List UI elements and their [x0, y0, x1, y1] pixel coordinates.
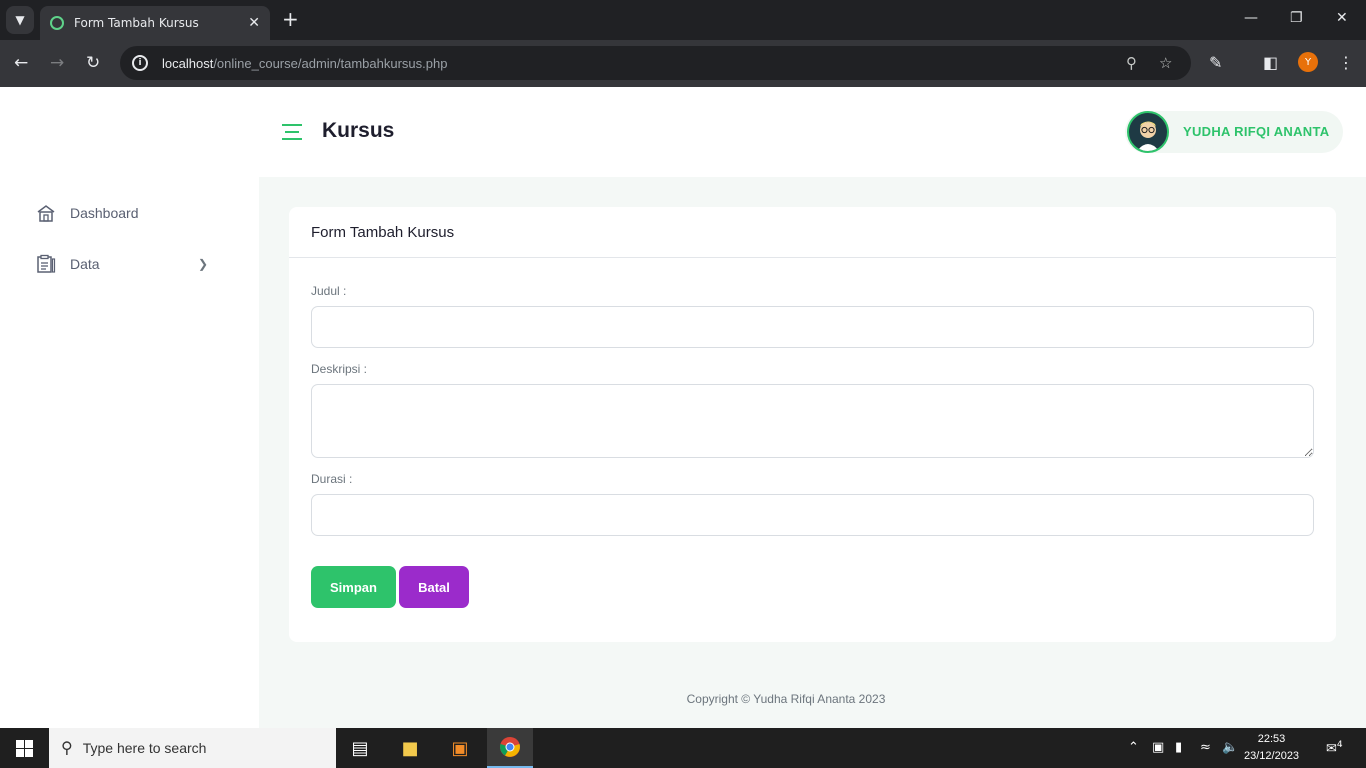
side-panel-icon[interactable]: ◧ [1263, 53, 1278, 72]
bookmark-star-icon[interactable]: ☆ [1159, 54, 1172, 72]
deskripsi-label: Deskripsi : [311, 362, 368, 376]
windows-taskbar: ⚲ Type here to search ▤ ■ ▣ ⌃ ▣ ▮ ≈ 🔈 22… [0, 728, 1366, 768]
clock-time: 22:53 [1257, 733, 1286, 745]
new-tab-button[interactable]: + [282, 8, 299, 30]
browser-tab[interactable]: Form Tambah Kursus ✕ [40, 6, 270, 40]
clipboard-icon [37, 254, 56, 273]
browser-tab-bar: ▼ Form Tambah Kursus ✕ + — ❐ ✕ [0, 0, 1366, 40]
taskbar-clock[interactable]: 22:53 23/12/2023 [1244, 731, 1299, 765]
xampp-icon[interactable]: ▣ [437, 728, 483, 768]
durasi-input[interactable] [311, 494, 1314, 536]
wifi-icon[interactable]: ≈ [1200, 740, 1211, 755]
close-tab-icon[interactable]: ✕ [248, 15, 260, 31]
chevron-right-icon: ❯ [198, 257, 209, 271]
sidebar: Dashboard Data ❯ [0, 87, 259, 728]
footer-copyright: Copyright © Yudha Rifqi Ananta 2023 [686, 692, 886, 706]
notification-icon[interactable]: ✉4 [1326, 740, 1343, 756]
notification-count: 4 [1336, 740, 1343, 750]
sidebar-item-label: Data [70, 256, 100, 272]
judul-label: Judul : [311, 284, 347, 298]
sidebar-item-data[interactable]: Data ❯ [36, 254, 208, 274]
user-profile-chip[interactable]: YUDHA RIFQI ANANTA [1125, 111, 1343, 153]
address-bar[interactable]: i localhost/online_course/admin/tambahku… [120, 46, 1191, 80]
url-text: localhost/online_course/admin/tambahkurs… [162, 55, 448, 71]
close-window-button[interactable]: ✕ [1336, 10, 1348, 26]
form-card: Form Tambah Kursus Judul : Deskripsi : D… [289, 207, 1336, 642]
tab-search-button[interactable]: ▼ [6, 6, 34, 34]
deskripsi-textarea[interactable] [311, 384, 1314, 458]
cancel-button[interactable]: Batal [399, 566, 469, 608]
main-content: Form Tambah Kursus Judul : Deskripsi : D… [259, 177, 1366, 728]
sidebar-item-dashboard[interactable]: Dashboard [36, 203, 139, 223]
taskbar-search-box[interactable]: ⚲ Type here to search [49, 728, 336, 768]
hamburger-menu-icon[interactable] [282, 124, 302, 145]
chrome-icon[interactable] [487, 728, 533, 768]
menu-kebab-icon[interactable]: ⋮ [1338, 53, 1354, 72]
form-title: Form Tambah Kursus [289, 207, 1336, 258]
volume-icon[interactable]: 🔈 [1222, 740, 1238, 755]
browser-toolbar: ← → ↻ i localhost/online_course/admin/ta… [0, 40, 1366, 87]
zoom-icon[interactable]: ⚲ [1126, 54, 1137, 72]
durasi-label: Durasi : [311, 472, 353, 486]
sidebar-item-label: Dashboard [70, 205, 139, 221]
avatar [1127, 111, 1169, 153]
save-button[interactable]: Simpan [311, 566, 396, 608]
minimize-button[interactable]: — [1244, 10, 1258, 26]
search-placeholder: Type here to search [82, 740, 207, 756]
clock-date: 23/12/2023 [1244, 750, 1300, 762]
back-button[interactable]: ← [14, 52, 28, 74]
search-icon: ⚲ [61, 740, 73, 757]
meet-now-icon[interactable]: ▣ [1152, 740, 1164, 755]
tab-title: Form Tambah Kursus [74, 16, 199, 30]
extensions-icon[interactable]: ✎ [1209, 53, 1222, 72]
home-icon [37, 205, 55, 222]
forward-button[interactable]: → [50, 52, 64, 74]
show-hidden-icons-icon[interactable]: ⌃ [1128, 740, 1139, 755]
restore-button[interactable]: ❐ [1290, 10, 1303, 26]
user-name: YUDHA RIFQI ANANTA [1183, 124, 1330, 139]
site-info-icon[interactable]: i [132, 55, 148, 71]
page-header: Kursus YUDHA RIFQI ANANTA [259, 87, 1366, 177]
task-view-icon[interactable]: ▤ [337, 728, 383, 768]
windows-start-icon[interactable] [16, 740, 33, 757]
favicon-icon [50, 16, 64, 30]
profile-avatar[interactable]: Y [1298, 52, 1318, 72]
battery-icon[interactable]: ▮ [1175, 740, 1182, 755]
page-title: Kursus [322, 119, 395, 142]
file-explorer-icon[interactable]: ■ [387, 728, 433, 768]
judul-input[interactable] [311, 306, 1314, 348]
reload-button[interactable]: ↻ [86, 52, 100, 74]
